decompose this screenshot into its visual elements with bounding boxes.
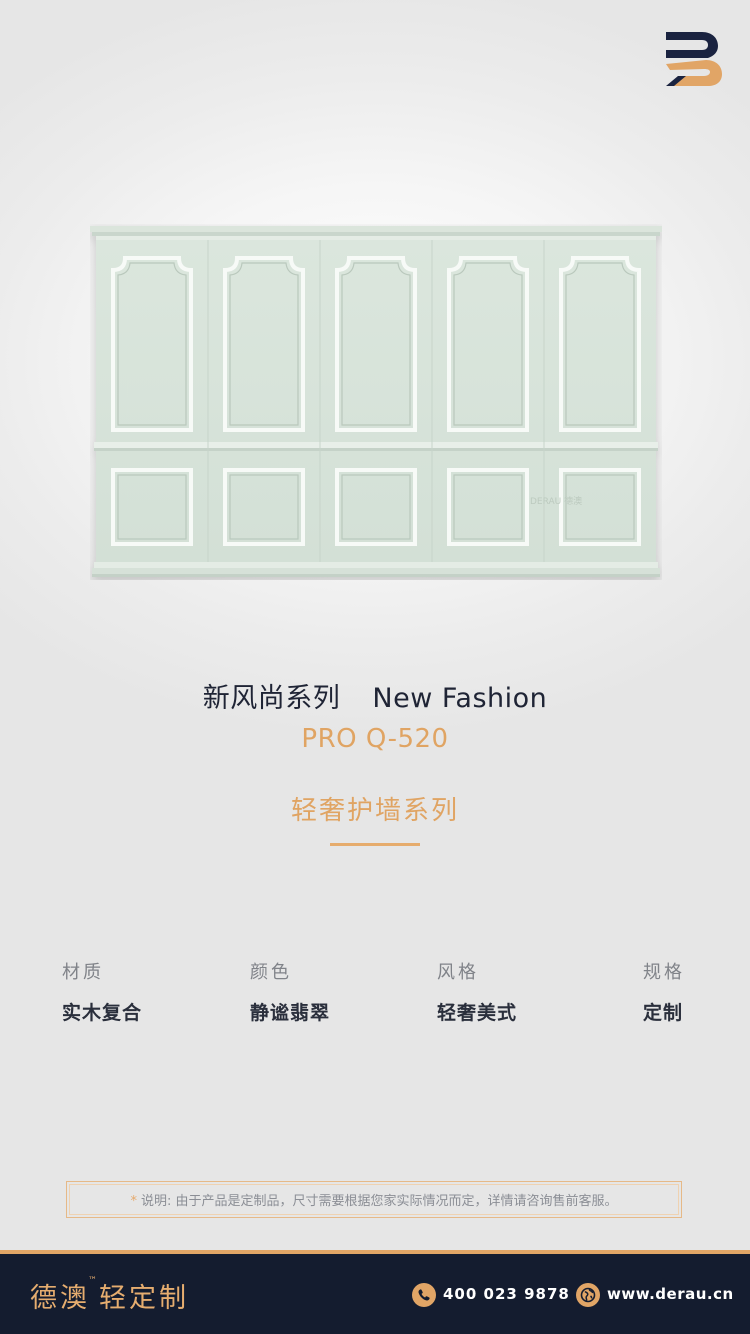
spec-size: 规格 定制 <box>643 958 685 1025</box>
series-cn: 新风尚系列 <box>202 683 341 714</box>
spec-value: 轻奢美式 <box>437 1002 518 1024</box>
product-category: 轻奢护墙系列 <box>290 796 459 826</box>
brand-trademark: ™ <box>88 1276 97 1286</box>
spec-label: 风格 <box>437 962 479 983</box>
disclaimer-note: * 说明: 由于产品是定制品，尺寸需要根据您家实际情况而定，详情请咨询售前客服。 <box>66 1181 682 1218</box>
product-model: PRO Q-520 <box>301 724 449 754</box>
brand-name: 德澳 <box>30 1283 90 1314</box>
wall-panel-illustration: DERAU 德澳 <box>90 226 662 577</box>
footer-bar: 德澳™轻定制 400 023 9878 www.derau.cn <box>0 1254 750 1334</box>
spec-label: 规格 <box>643 962 685 983</box>
brand-logo: 德澳™轻定制 <box>30 1276 189 1315</box>
spec-value: 实木复合 <box>62 1002 143 1024</box>
spec-material: 材质 实木复合 <box>62 958 142 1025</box>
spec-color: 颜色 静谧翡翠 <box>250 958 330 1025</box>
brand-suffix: 轻定制 <box>99 1283 189 1314</box>
phone-number[interactable]: 400 023 9878 <box>443 1285 570 1303</box>
spec-value: 静谧翡翠 <box>250 1002 331 1024</box>
phone-icon <box>412 1283 436 1307</box>
globe-icon <box>576 1283 600 1307</box>
watermark-text: DERAU 德澳 <box>530 495 582 507</box>
product-title: 新风尚系列 New Fashion <box>0 676 750 715</box>
note-marker: * <box>130 1194 137 1209</box>
website-link[interactable]: www.derau.cn <box>607 1285 734 1303</box>
spec-label: 材质 <box>62 962 104 983</box>
series-en: New Fashion <box>372 683 548 714</box>
derau-logo-icon <box>666 32 722 86</box>
spec-label: 颜色 <box>250 962 292 983</box>
title-divider <box>330 843 420 846</box>
note-text: 说明: 由于产品是定制品，尺寸需要根据您家实际情况而定，详情请咨询售前客服。 <box>140 1194 618 1209</box>
spec-style: 风格 轻奢美式 <box>437 958 517 1025</box>
spec-value: 定制 <box>643 1002 684 1024</box>
